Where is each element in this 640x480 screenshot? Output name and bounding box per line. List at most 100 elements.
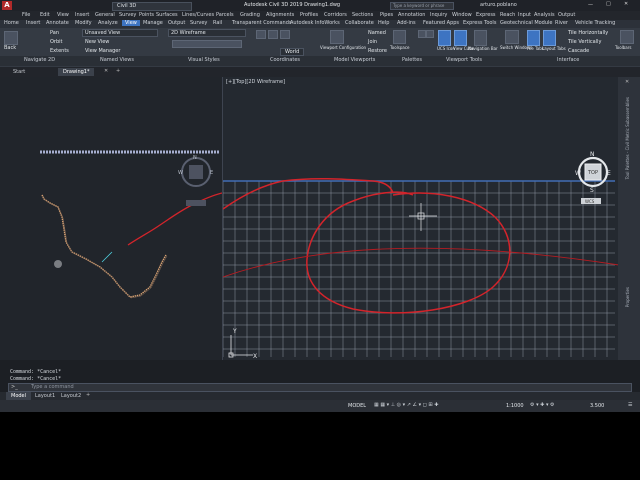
menu-item-survey[interactable]: Survey	[119, 12, 136, 18]
command-input-box[interactable]: >_ Type a command	[8, 383, 632, 392]
ucs-icon-toggle[interactable]	[438, 30, 451, 46]
tool-palettes-sidebar[interactable]: Tool Palettes - Civil Metric Subassembli…	[618, 77, 640, 360]
search-input[interactable]: Type a keyword or phrase	[390, 2, 454, 10]
visual-style-swatch[interactable]	[172, 40, 242, 48]
tab-start[interactable]: Start	[8, 68, 30, 76]
navigation-bar-icon[interactable]	[474, 30, 487, 46]
minimize-button[interactable]: —	[588, 2, 593, 8]
cascade-button[interactable]: Cascade	[568, 48, 589, 54]
close-tab-icon[interactable]: ✕	[104, 68, 108, 74]
tab-survey[interactable]: Survey	[190, 20, 207, 26]
view-cube-toggle[interactable]	[454, 30, 467, 46]
tab-river[interactable]: River	[555, 20, 568, 26]
tab-drawing1[interactable]: Drawing1*	[58, 68, 95, 76]
navigation-bar-label[interactable]: Navigation Bar	[468, 46, 498, 51]
palette-icon-1[interactable]	[418, 30, 426, 38]
left-viewport[interactable]: N W E	[0, 77, 223, 360]
palette-icon-2[interactable]	[426, 30, 434, 38]
tab-model[interactable]: Model	[6, 392, 32, 400]
menu-item-analysis[interactable]: Analysis	[534, 12, 555, 18]
viewport-config-label[interactable]: Viewport Configuration	[320, 45, 366, 50]
tab-output[interactable]: Output	[168, 20, 185, 26]
viewcube[interactable]: TOP N W E S	[575, 151, 611, 194]
tab-layout2[interactable]: Layout2	[56, 392, 86, 400]
tab-infoworks[interactable]: Autodesk InfoWorks	[290, 20, 340, 26]
tab-help[interactable]: Help	[378, 20, 389, 26]
menu-item-insert[interactable]: Insert	[75, 12, 89, 18]
menu-item-sections[interactable]: Sections	[352, 12, 373, 18]
viewcube-top-label[interactable]: TOP	[587, 170, 598, 176]
tab-add-ins[interactable]: Add-ins	[397, 20, 416, 26]
layout-tabs-label[interactable]: Layout Tabs	[542, 46, 566, 51]
toolbars-icon[interactable]	[620, 30, 634, 44]
tab-view[interactable]: View	[122, 20, 140, 26]
app-logo[interactable]: A	[2, 1, 12, 10]
settings-gear-icon[interactable]: ⚙ ▾ ✚ ▾ ⚙	[530, 402, 555, 408]
pan-button[interactable]: Pan	[50, 30, 59, 36]
menu-item-profiles[interactable]: Profiles	[300, 12, 318, 18]
user-name[interactable]: arturo.poblano	[480, 2, 517, 8]
new-tab-icon[interactable]: +	[116, 68, 120, 74]
tab-home[interactable]: Home	[4, 20, 19, 26]
extents-button[interactable]: Extents	[50, 48, 69, 54]
layout-tabs-toggle[interactable]	[543, 30, 556, 46]
restore-button[interactable]: □	[606, 1, 611, 7]
join-button[interactable]: Join	[368, 39, 377, 45]
sidebar-close-icon[interactable]: ✕	[625, 79, 629, 85]
named-button[interactable]: Named	[368, 30, 386, 36]
menu-item-grading[interactable]: Grading	[240, 12, 260, 18]
tab-modify[interactable]: Modify	[75, 20, 92, 26]
properties-label[interactable]: Properties	[625, 287, 630, 307]
view-manager-button[interactable]: View Manager	[85, 48, 120, 54]
file-tabs-toggle[interactable]	[527, 30, 540, 46]
ucs-icon-2[interactable]	[268, 30, 278, 39]
visual-style-dropdown[interactable]: 2D Wireframe	[168, 29, 246, 37]
new-view-button[interactable]: New View	[85, 39, 109, 45]
menu-item-lines[interactable]: Lines/Curves	[182, 12, 214, 18]
menu-item-alignments[interactable]: Alignments	[266, 12, 294, 18]
menu-item-inquiry[interactable]: Inquiry	[430, 12, 447, 18]
close-button[interactable]: ✕	[624, 1, 628, 7]
menu-icon[interactable]: ☰	[628, 402, 632, 408]
add-layout-icon[interactable]: +	[86, 392, 90, 398]
workspace-selector[interactable]: Civil 3D	[112, 2, 192, 11]
ucs-icon-3[interactable]	[280, 30, 290, 39]
tab-analyze[interactable]: Analyze	[98, 20, 118, 26]
tab-transparent-commands[interactable]: Transparent Commands	[232, 20, 292, 26]
menu-item-view[interactable]: View	[57, 12, 69, 18]
tab-insert[interactable]: Insert	[26, 20, 40, 26]
model-space-toggle[interactable]: MODEL	[348, 403, 366, 409]
menu-item-edit[interactable]: Edit	[40, 12, 50, 18]
tab-rail[interactable]: Rail	[213, 20, 222, 26]
tab-geotechnical[interactable]: Geotechnical Module	[500, 20, 553, 26]
menu-item-format[interactable]: General	[95, 12, 115, 18]
menu-item-reach[interactable]: Reach	[500, 12, 515, 18]
command-input[interactable]: Type a command	[31, 384, 74, 390]
menu-item-express[interactable]: Express	[476, 12, 496, 18]
world-dropdown[interactable]: World	[280, 48, 305, 56]
tab-vehicle-tracking[interactable]: Vehicle Tracking	[575, 20, 615, 26]
wcs-button-left[interactable]	[186, 200, 206, 206]
menu-item-output[interactable]: Output	[558, 12, 575, 18]
menu-item-parcels[interactable]: Parcels	[216, 12, 234, 18]
toolspace-icon[interactable]	[393, 30, 406, 44]
tab-annotate[interactable]: Annotate	[46, 20, 69, 26]
scale-display[interactable]: 1:1000	[506, 403, 524, 409]
toolbars-label[interactable]: Toolbars	[615, 45, 632, 50]
menu-item-surfaces[interactable]: Surfaces	[156, 12, 178, 18]
tool-palettes-label[interactable]: Tool Palettes - Civil Metric Subassembli…	[625, 97, 630, 179]
tile-vertically-button[interactable]: Tile Vertically	[568, 39, 601, 45]
switch-windows-icon[interactable]	[505, 30, 519, 44]
tab-featured-apps[interactable]: Featured Apps	[423, 20, 459, 26]
menu-item-file[interactable]: File	[22, 12, 30, 18]
menu-item-pipes[interactable]: Pipes	[380, 12, 393, 18]
right-viewport[interactable]: [+][Top][2D Wireframe] Y X TOP N W E S W…	[222, 77, 619, 360]
unsaved-view-dropdown[interactable]: Unsaved View	[82, 29, 158, 37]
tab-manage[interactable]: Manage	[143, 20, 163, 26]
toolspace-label[interactable]: Toolspace	[390, 45, 410, 50]
tab-collaborate[interactable]: Collaborate	[345, 20, 374, 26]
restore-viewport-button[interactable]: Restore	[368, 48, 387, 54]
menu-item-annotation[interactable]: Annotation	[398, 12, 425, 18]
menu-item-corridors[interactable]: Corridors	[324, 12, 347, 18]
ucs-icon-1[interactable]	[256, 30, 266, 39]
